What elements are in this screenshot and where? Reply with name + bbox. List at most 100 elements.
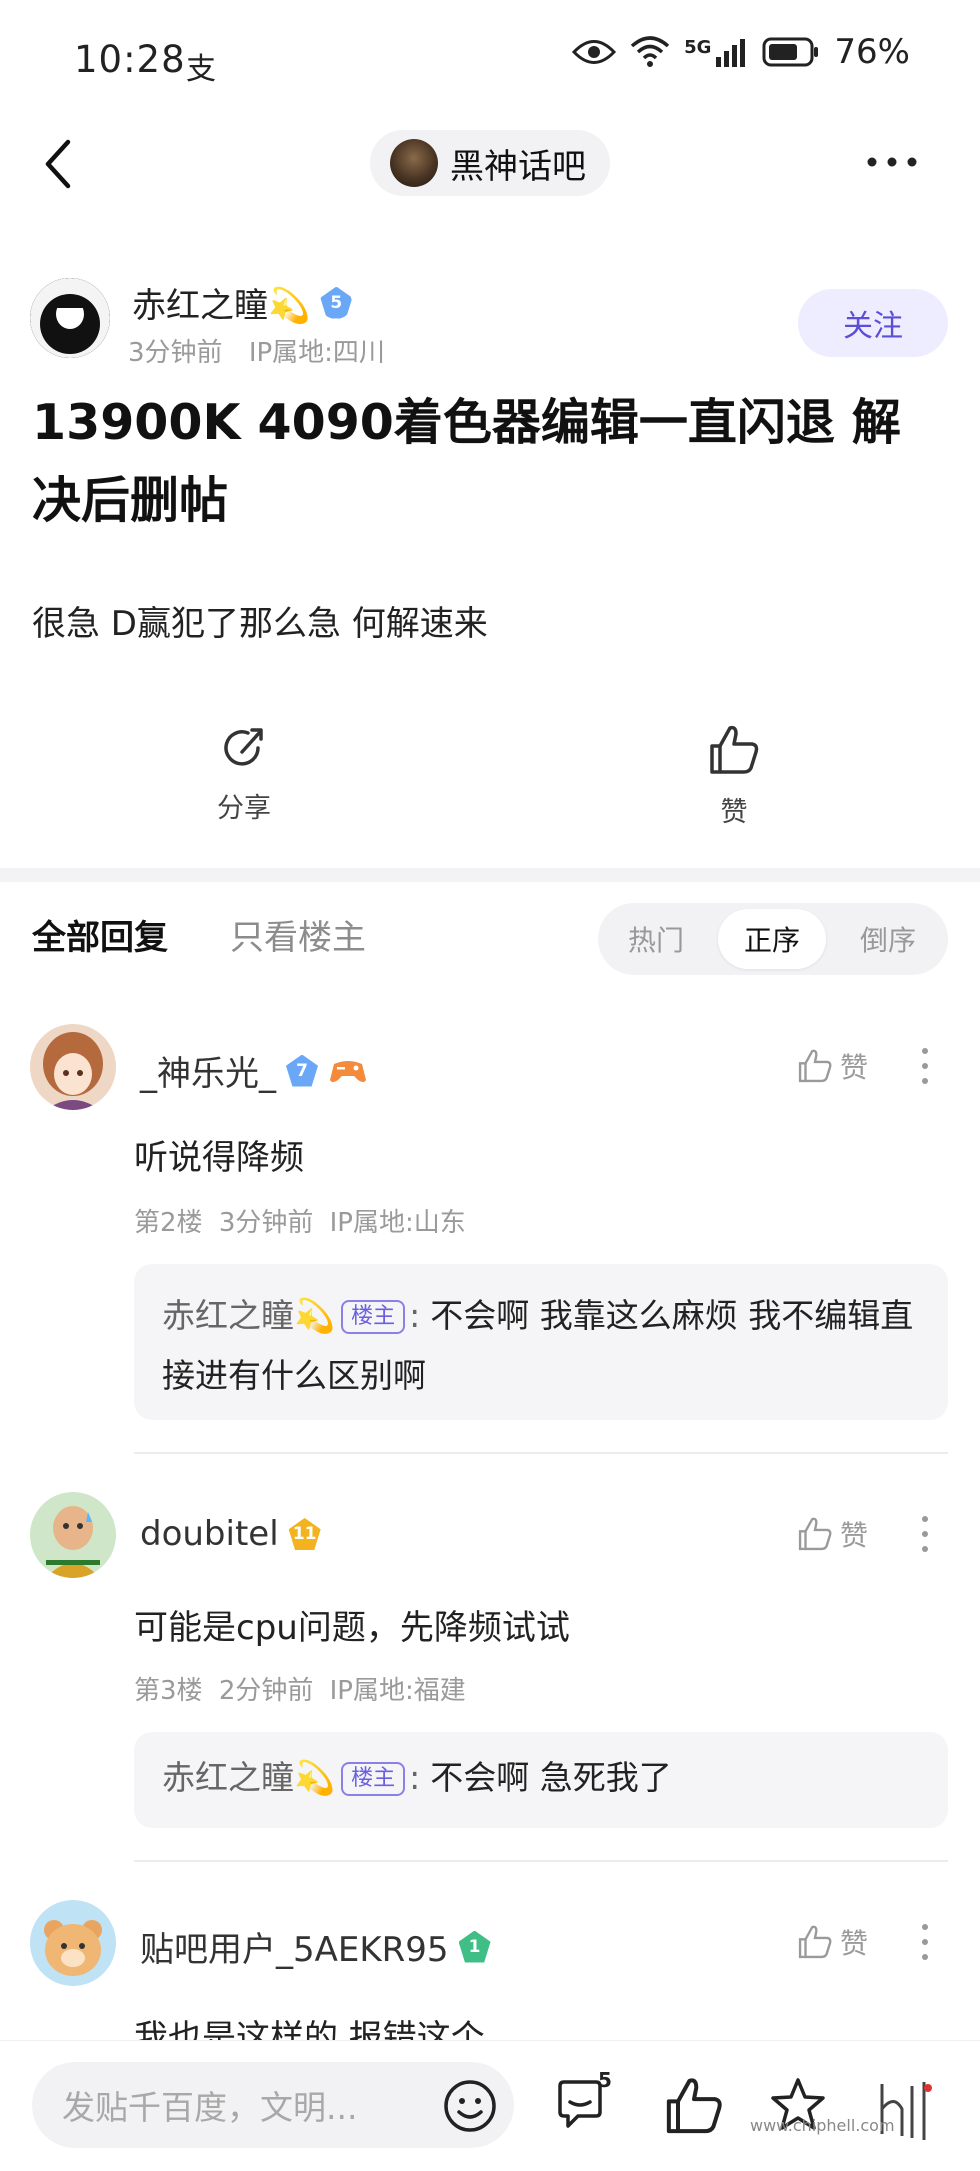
sort-hot[interactable]: 热门 xyxy=(602,909,710,969)
watermark-text: www.chiphell.com xyxy=(750,2116,895,2135)
host-tag: 楼主 xyxy=(341,1762,406,1796)
emoji-button[interactable] xyxy=(438,2074,502,2138)
thumbs-up-icon xyxy=(798,1925,832,1959)
thumbs-up-icon xyxy=(666,2078,722,2134)
tab-all-replies[interactable]: 全部回复 xyxy=(32,910,168,959)
like-label: 赞 xyxy=(720,797,748,828)
commenter-avatar[interactable] xyxy=(30,1024,116,1110)
reply-colon: : xyxy=(409,1296,421,1335)
commenter-name[interactable]: _神乐光_ xyxy=(140,1046,276,1095)
more-vertical-icon xyxy=(922,1048,928,1084)
level-badge-icon: 7 xyxy=(286,1054,318,1087)
sort-descending[interactable]: 倒序 xyxy=(834,909,942,969)
comment-like-button[interactable]: 赞 xyxy=(796,1514,868,1554)
comment-meta: 第3楼 2分钟前 IP属地:福建 xyxy=(134,1670,466,1707)
level-badge-icon: 11 xyxy=(288,1518,321,1550)
section-divider xyxy=(0,868,980,882)
commenter-name-row: _神乐光_ 7 xyxy=(140,1046,368,1095)
commenter-name-row: doubitel 11 xyxy=(140,1514,321,1554)
forum-name: 黑神话吧 xyxy=(450,146,586,187)
reply-colon: : xyxy=(409,1758,421,1797)
level-number: 11 xyxy=(292,1524,317,1544)
reply-preview[interactable]: 赤红之瞳💫 楼主: 不会啊 急死我了 xyxy=(134,1732,948,1828)
post-title: 13900K 4090着色器编辑一直闪退 解决后删帖 xyxy=(32,394,901,529)
tab-host-only[interactable]: 只看楼主 xyxy=(230,910,366,959)
level-badge-icon: 5 xyxy=(320,286,353,319)
signal-5g-icon: 5G xyxy=(684,37,748,67)
back-button[interactable] xyxy=(38,134,82,194)
thumbs-up-icon xyxy=(710,725,759,774)
author-avatar[interactable] xyxy=(30,278,110,358)
comment-count-badge: 5 xyxy=(598,2068,612,2092)
reply-text: 不会啊 急死我了 xyxy=(430,1758,672,1797)
level-number: 7 xyxy=(296,1060,308,1081)
commenter-name-row: 贴吧用户_5AEKR95 1 xyxy=(140,1922,491,1971)
commenter-name[interactable]: 贴吧用户_5AEKR95 xyxy=(140,1922,449,1971)
comment-meta: 第2楼 3分钟前 IP属地:山东 xyxy=(134,1202,466,1239)
comment-like-button[interactable]: 赞 xyxy=(796,1046,868,1086)
like-post-button[interactable]: 赞 xyxy=(664,722,804,829)
chevron-left-icon xyxy=(45,139,71,189)
level-badge-icon: 1 xyxy=(458,1930,491,1963)
more-options-button[interactable] xyxy=(864,150,920,174)
comment-text: 可能是cpu问题，先降频试试 xyxy=(134,1608,570,1648)
author-name[interactable]: 赤红之瞳💫 xyxy=(132,278,310,327)
comments-button[interactable]: 5 xyxy=(552,2068,616,2138)
comment-divider xyxy=(134,1860,948,1862)
post-body: 很急 D赢犯了那么急 何解速来 xyxy=(32,604,488,644)
commenter-avatar[interactable] xyxy=(30,1492,116,1578)
post-meta: 3分钟前 IP属地:四川 xyxy=(128,332,385,369)
chiphell-logo-icon xyxy=(880,2082,932,2140)
post-ip: IP属地:四川 xyxy=(248,338,385,368)
forum-pill[interactable]: 黑神话吧 xyxy=(370,130,610,196)
avatar-cartoon-icon xyxy=(30,1492,116,1578)
sort-ascending[interactable]: 正序 xyxy=(718,909,826,969)
comment-more-button[interactable] xyxy=(920,1046,930,1086)
share-label: 分享 xyxy=(217,793,271,824)
signal-bars-icon xyxy=(716,39,746,67)
comment-more-button[interactable] xyxy=(920,1922,930,1962)
more-vertical-icon xyxy=(922,1924,928,1960)
comment-like-label: 赞 xyxy=(840,1519,869,1552)
comment-ip: IP属地:福建 xyxy=(329,1676,466,1706)
reply-author[interactable]: 赤红之瞳💫 xyxy=(162,1758,335,1797)
thumbs-up-icon xyxy=(798,1049,832,1083)
post-time: 3分钟前 xyxy=(128,338,223,368)
share-button[interactable]: 分享 xyxy=(174,722,314,825)
comment-like-button[interactable]: 赞 xyxy=(796,1922,868,1962)
comment-text: 听说得降频 xyxy=(134,1138,304,1178)
more-vertical-icon xyxy=(922,1516,928,1552)
commenter-avatar[interactable] xyxy=(30,1900,116,1986)
level-number: 5 xyxy=(330,292,343,313)
emoji-icon xyxy=(444,2080,496,2132)
comment-time: 3分钟前 xyxy=(218,1208,314,1238)
eye-icon xyxy=(572,40,617,64)
comment-divider xyxy=(134,1452,948,1454)
commenter-name[interactable]: doubitel xyxy=(140,1514,279,1554)
comment-time: 2分钟前 xyxy=(218,1676,314,1706)
avatar-anime-icon xyxy=(30,1024,116,1110)
wifi-icon xyxy=(630,36,670,67)
reply-preview[interactable]: 赤红之瞳💫 楼主: 不会啊 我靠这么麻烦 我不编辑直接进有什么区别啊 xyxy=(134,1264,948,1420)
battery-percent: 76% xyxy=(834,32,910,72)
thumbs-up-icon xyxy=(798,1517,832,1551)
gamepad-badge-icon xyxy=(330,1060,366,1082)
comment-ip: IP属地:山东 xyxy=(329,1208,466,1238)
reply-content: 赤红之瞳💫 楼主: 不会啊 急死我了 xyxy=(162,1748,920,1808)
battery-icon xyxy=(762,37,819,67)
like-bottom-button[interactable] xyxy=(662,2074,726,2138)
comment-input-placeholder: 发贴千百度，文明... xyxy=(62,2088,358,2127)
comment-more-button[interactable] xyxy=(920,1514,930,1554)
forum-avatar xyxy=(390,139,438,187)
reply-content: 赤红之瞳💫 楼主: 不会啊 我靠这么麻烦 我不编辑直接进有什么区别啊 xyxy=(162,1286,920,1406)
comment-floor: 第3楼 xyxy=(134,1676,203,1706)
level-number: 1 xyxy=(468,1936,481,1957)
network-type: 5G xyxy=(684,37,712,58)
comment-like-label: 赞 xyxy=(840,1927,869,1960)
sort-toggle: 热门 正序 倒序 xyxy=(598,903,948,975)
reply-author[interactable]: 赤红之瞳💫 xyxy=(162,1296,335,1335)
host-tag: 楼主 xyxy=(341,1300,406,1334)
avatar-bear-icon xyxy=(30,1900,116,1986)
follow-button[interactable]: 关注 xyxy=(798,289,948,357)
more-horizontal-icon xyxy=(867,157,917,167)
